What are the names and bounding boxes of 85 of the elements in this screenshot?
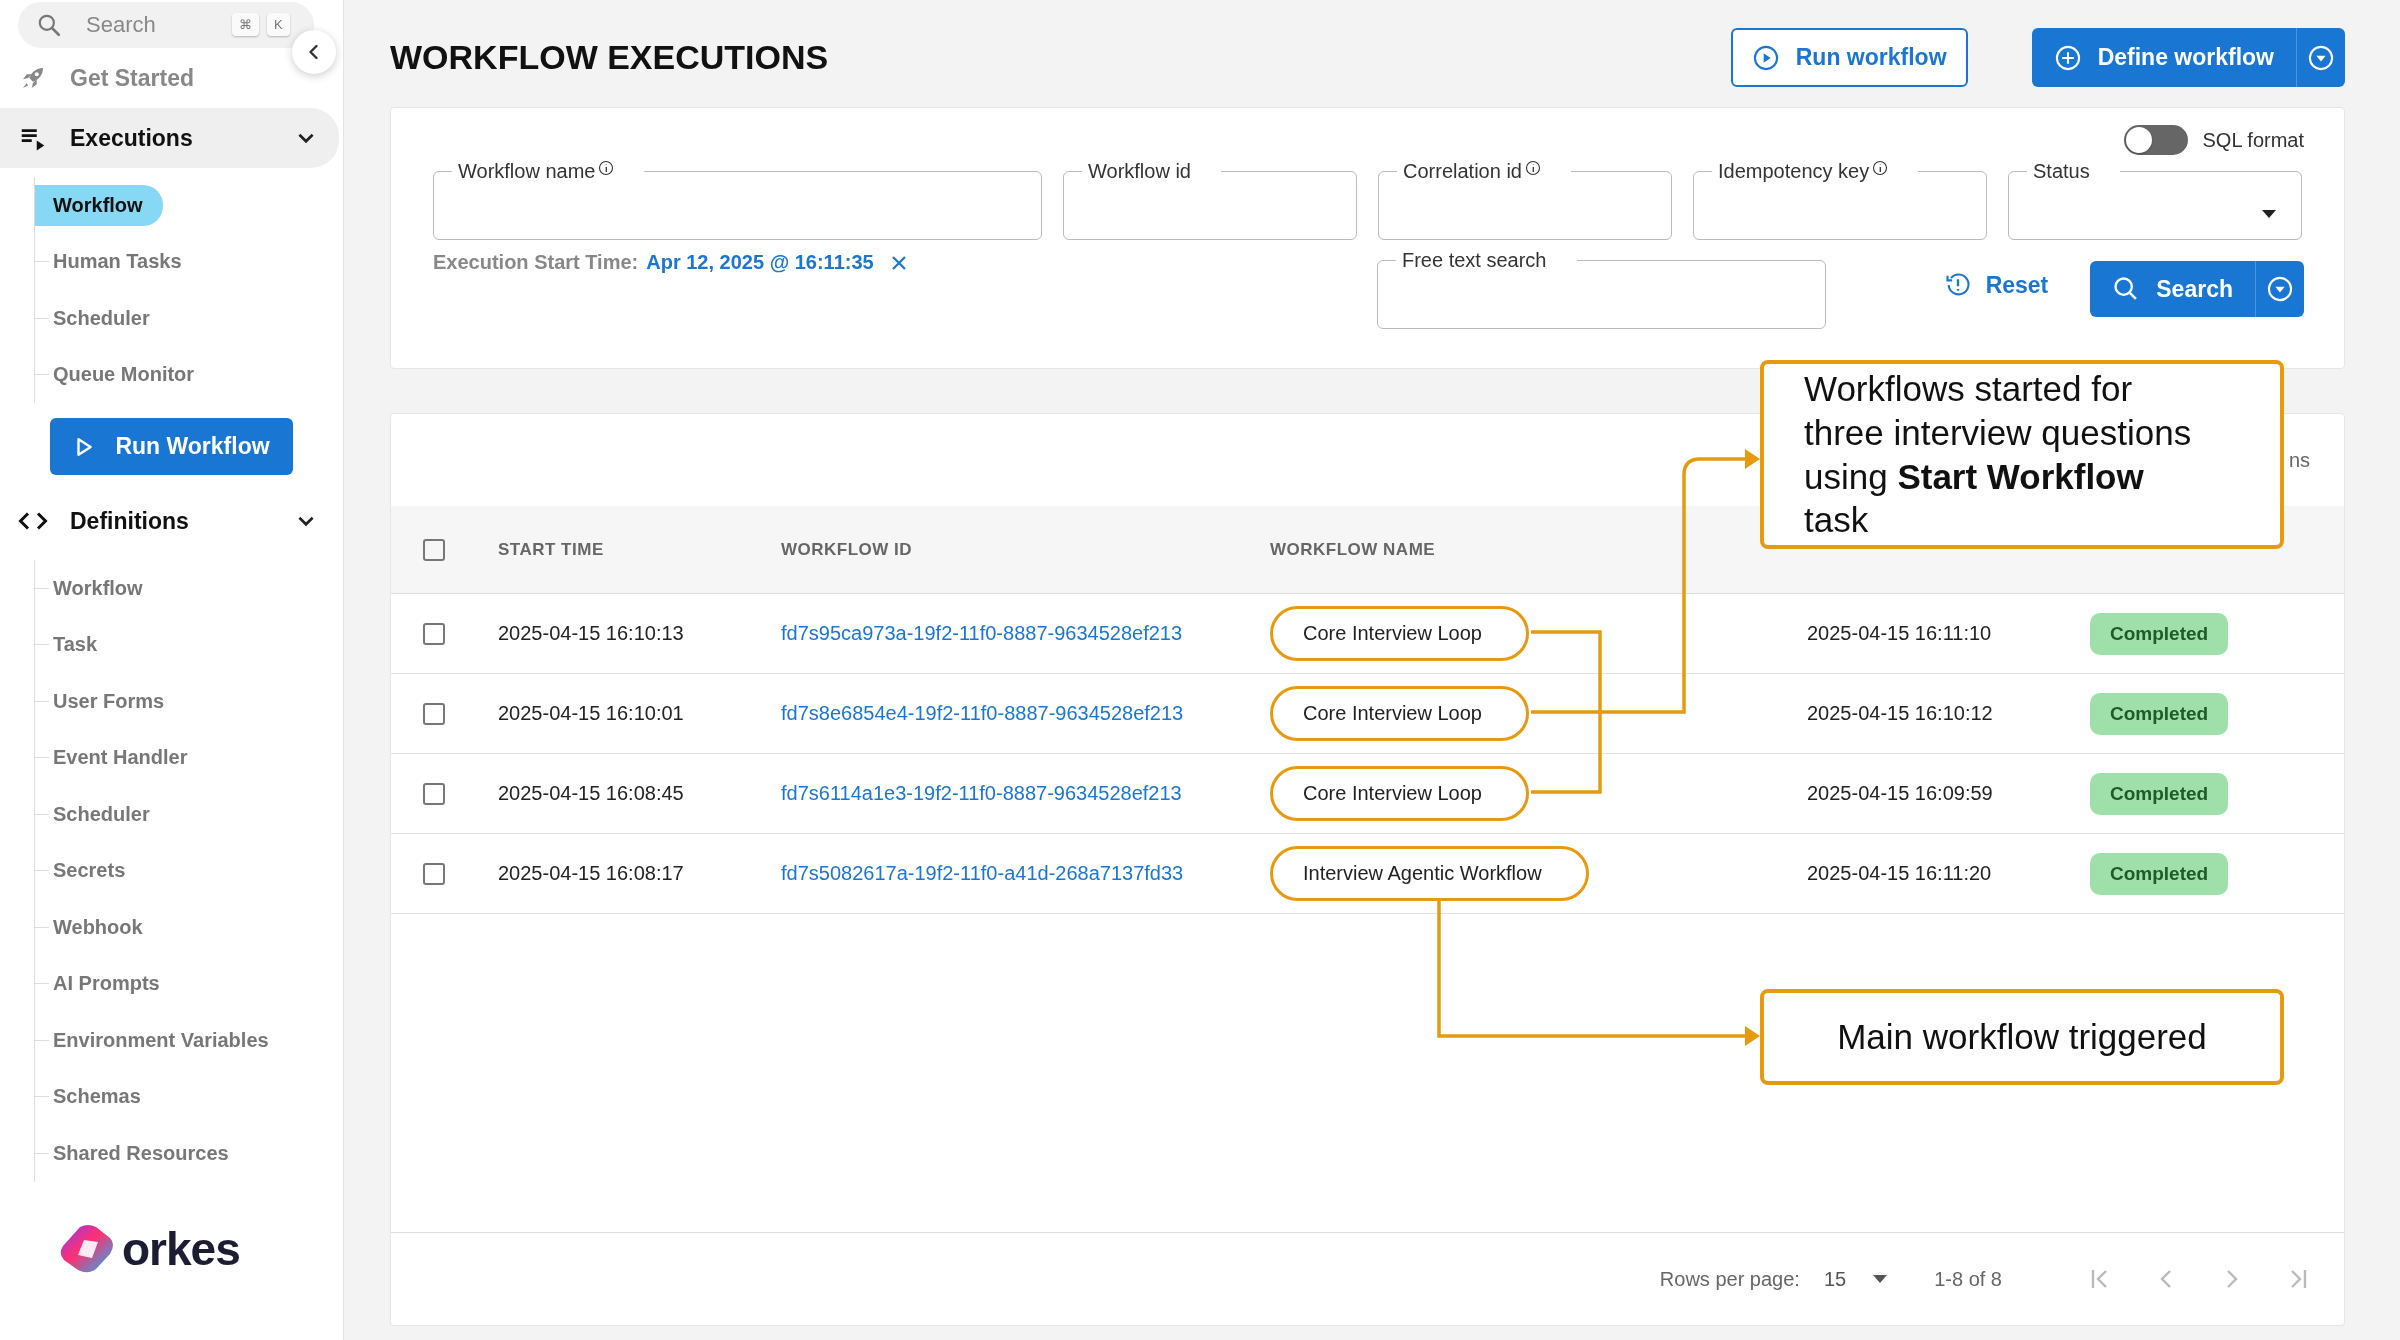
page-title: WORKFLOW EXECUTIONS: [390, 38, 829, 77]
nav-item[interactable]: Workflow: [35, 184, 163, 226]
table-cell: Core Interview Loop: [1270, 766, 1529, 821]
table-cell-text: 2025-04-15 16:08:17: [498, 862, 685, 885]
run-workflow-button[interactable]: Run workflow: [1730, 28, 1968, 87]
collapse-button[interactable]: [292, 30, 336, 74]
nav-item[interactable]: Scheduler: [49, 297, 170, 339]
column-header[interactable]: WORKFLOW ID: [781, 539, 1270, 560]
status-badge: Completed: [2090, 772, 2229, 815]
workflow-id-link[interactable]: fd7s6114a1e3-19f2-11f0-8887-9634528ef213: [781, 782, 1270, 805]
nav-item[interactable]: Definitions: [0, 491, 339, 551]
page-range: 1-8 of 8: [1934, 1267, 2002, 1291]
toolbar-text[interactable]: ns: [2288, 448, 2310, 472]
table-cell: Interview Agentic Workflow: [1270, 846, 1589, 901]
callout-text: Workflows started for three interview questions using Start Workflow task: [1804, 368, 2193, 542]
logo-text: orkes: [122, 1221, 240, 1276]
caret-circle-icon: [2307, 43, 2335, 72]
input-field[interactable]: Idempotency key: [1693, 160, 1987, 240]
checkbox[interactable]: [423, 782, 445, 805]
define-workflow-button[interactable]: Define workflow: [2031, 28, 2296, 87]
nav-item[interactable]: Environment Variables: [49, 1019, 289, 1061]
table-cell-text: 2025-04-15 16:11:20: [1807, 862, 1993, 885]
filter-value: Apr 12, 2025 @ 16:11:35: [646, 251, 874, 274]
caret-icon: [2261, 209, 2277, 219]
input-field[interactable]: Free text search: [1377, 249, 1826, 329]
input-field[interactable]: Workflow name: [433, 160, 1042, 240]
nav-item[interactable]: Queue Monitor: [49, 354, 215, 396]
play-circle-icon: [1751, 43, 1780, 72]
table-cell-text: 2025-04-15 16:09:59: [1807, 782, 1994, 805]
nav-item[interactable]: Human Tasks: [49, 241, 202, 283]
caret-icon: [1872, 1274, 1889, 1284]
search-button[interactable]: Search: [2090, 261, 2255, 317]
toggle-label: SQL format: [2202, 128, 2304, 152]
rows-per-page-select[interactable]: 15: [1823, 1267, 1889, 1291]
info-icon: [598, 160, 615, 176]
caret-circle-icon: [2266, 275, 2294, 303]
callout-text: Main workflow triggered: [1837, 1016, 2207, 1059]
nav-item[interactable]: Secrets: [49, 850, 146, 892]
column-header[interactable]: WORKFLOW NAME: [1270, 539, 1807, 560]
nav-item[interactable]: Scheduler: [49, 793, 170, 835]
column-header[interactable]: START TIME: [498, 539, 781, 560]
dropdown-button[interactable]: [2255, 261, 2304, 317]
nav-item[interactable]: Shared Resources: [49, 1132, 249, 1174]
nav-item[interactable]: AI Prompts: [49, 963, 180, 1005]
nav-item[interactable]: Workflow: [49, 567, 163, 609]
info-icon: [1524, 160, 1541, 176]
workflow-id-link[interactable]: fd7s5082617a-19f2-11f0-a41d-268a7137fd33: [781, 862, 1270, 885]
table-cell: Core Interview Loop: [1270, 606, 1529, 661]
table-cell-text: 2025-04-15 16:08:45: [498, 782, 685, 805]
status-badge: Completed: [2090, 852, 2229, 895]
workflow-id-link[interactable]: fd7s95ca973a-19f2-11f0-8887-9634528ef213: [781, 622, 1270, 645]
nav-item[interactable]: Event Handler: [49, 737, 208, 779]
table-cell: Core Interview Loop: [1270, 686, 1529, 741]
table-cell-text: 2025-04-15 16:10:12: [1807, 702, 1994, 725]
close-icon[interactable]: [889, 253, 908, 272]
table-cell-text: 2025-04-15 16:10:01: [498, 702, 685, 725]
dropdown-button[interactable]: [2296, 28, 2345, 87]
status-badge: Completed: [2090, 612, 2229, 655]
status-badge: Completed: [2090, 692, 2229, 735]
nav-item[interactable]: User Forms: [49, 680, 185, 722]
rows-per-page-label: Rows per page:: [1659, 1267, 1800, 1291]
checkbox[interactable]: [423, 538, 445, 561]
plus-circle-icon: [2053, 43, 2082, 72]
input-field[interactable]: Correlation id: [1378, 160, 1672, 240]
info-icon: [1872, 160, 1889, 176]
table-cell-text: 2025-04-15 16:10:13: [498, 622, 685, 645]
checkbox[interactable]: [423, 622, 445, 645]
table-cell-text: 2025-04-15 16:11:10: [1807, 622, 1993, 645]
nav-item[interactable]: Get Started: [0, 48, 339, 108]
key-cap: K: [267, 13, 290, 36]
key-cap: ⌘: [232, 13, 259, 36]
workflow-id-link[interactable]: fd7s8e6854e4-19f2-11f0-8887-9634528ef213: [781, 702, 1270, 725]
input-field[interactable]: Workflow id: [1063, 160, 1357, 240]
nav-item[interactable]: Webhook: [49, 906, 163, 948]
reset-button[interactable]: Reset: [1943, 271, 2049, 299]
nav-item[interactable]: Task: [49, 624, 118, 666]
nav-item[interactable]: Executions: [0, 108, 339, 168]
search-icon: [36, 12, 62, 38]
sql-toggle[interactable]: [2124, 125, 2189, 155]
run-workflow-button[interactable]: Run Workflow: [50, 418, 293, 475]
checkbox[interactable]: [423, 862, 445, 885]
nav-item[interactable]: Schemas: [49, 1076, 161, 1118]
checkbox[interactable]: [423, 702, 445, 725]
logo-icon: [58, 1223, 116, 1274]
filter-label: Execution Start Time:: [433, 251, 639, 274]
